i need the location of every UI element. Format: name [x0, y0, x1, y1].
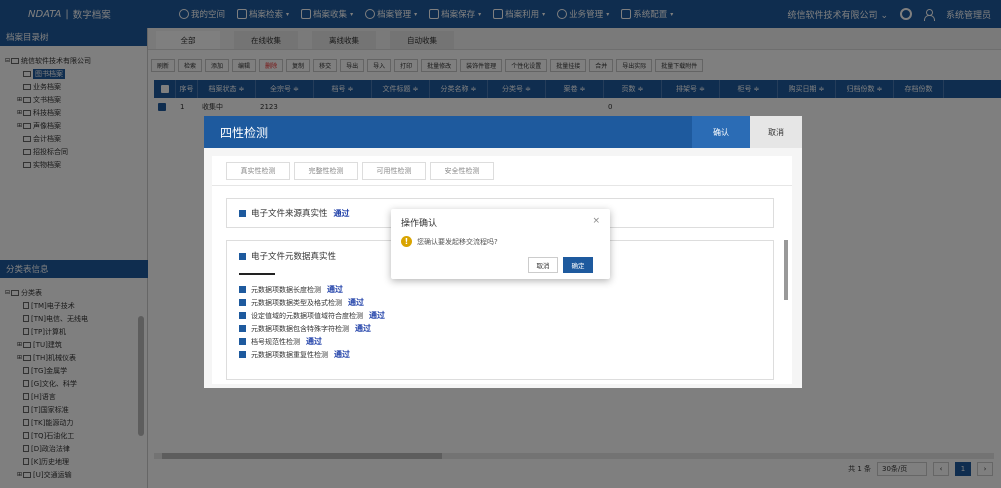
- pass-badge: 通过: [306, 337, 322, 346]
- check-item: 元数据项数据重复性检测 通过: [239, 348, 761, 361]
- check-item-checkbox[interactable]: [239, 299, 246, 306]
- check-item-label: 元数据项数据类型及格式检测: [251, 298, 342, 307]
- check-tab-3[interactable]: 安全性检测: [430, 161, 494, 180]
- confirm-message: 您确认要发起移交流程吗?: [417, 237, 498, 246]
- pass-badge: 通过: [355, 324, 371, 333]
- check-item: 档号规范性检测 通过: [239, 335, 761, 348]
- pass-badge: 通过: [369, 311, 385, 320]
- check-item: 元数据项数据类型及格式检测 通过: [239, 296, 761, 309]
- four-check-title: 四性检测: [220, 125, 269, 140]
- pass-badge: 通过: [348, 298, 364, 307]
- section-checkbox[interactable]: [239, 209, 246, 217]
- check-item: 设定值域的元数据项值域符合度检测 通过: [239, 309, 761, 322]
- check-list: 元数据项数据长度检测 通过 元数据项数据类型及格式检测 通过 设定值域的元数据项值域符合…: [239, 283, 761, 361]
- check-item-label: 元数据项数据包含特殊字符检测: [251, 324, 349, 333]
- check-item-label: 元数据项数据重复性检测: [251, 350, 328, 359]
- check-tab-1[interactable]: 完整性检测: [294, 161, 358, 180]
- four-check-ok-button[interactable]: 确认: [692, 116, 750, 148]
- check-item-checkbox[interactable]: [239, 338, 246, 345]
- dialog-scrollbar[interactable]: [784, 240, 788, 300]
- check-item-label: 元数据项数据长度检测: [251, 285, 321, 294]
- check-item-checkbox[interactable]: [239, 351, 246, 358]
- section-label: 电子文件来源真实性: [251, 209, 328, 219]
- section-checkbox[interactable]: [239, 252, 246, 260]
- pass-badge: 通过: [333, 208, 350, 218]
- check-tab-2[interactable]: 可用性检测: [362, 161, 426, 180]
- check-item-checkbox[interactable]: [239, 325, 246, 332]
- check-tab-0[interactable]: 真实性检测: [226, 161, 290, 180]
- check-item-label: 设定值域的元数据项值域符合度检测: [251, 311, 363, 320]
- check-item-label: 档号规范性检测: [251, 337, 300, 346]
- section-label: 电子文件元数据真实性: [251, 252, 337, 262]
- section-underline: [239, 273, 275, 275]
- confirm-message-row: ! 您确认要发起移交流程吗?: [401, 236, 498, 247]
- four-check-cancel-button[interactable]: 取消: [750, 116, 802, 148]
- confirm-cancel-button[interactable]: 取消: [528, 257, 558, 273]
- confirm-title: 操作确认: [401, 219, 438, 229]
- check-type-tabs: 真实性检测 完整性检测 可用性检测 安全性检测: [212, 156, 792, 186]
- close-icon[interactable]: ×: [592, 216, 600, 226]
- check-item: 元数据项数据长度检测 通过: [239, 283, 761, 296]
- check-item: 元数据项数据包含特殊字符检测 通过: [239, 322, 761, 335]
- check-item-checkbox[interactable]: [239, 312, 246, 319]
- confirm-dialog: 操作确认 × ! 您确认要发起移交流程吗? 取消 确定: [391, 209, 610, 279]
- confirm-ok-button[interactable]: 确定: [563, 257, 593, 273]
- warning-icon: !: [401, 236, 412, 247]
- pass-badge: 通过: [334, 350, 350, 359]
- pass-badge: 通过: [327, 285, 343, 294]
- check-item-checkbox[interactable]: [239, 286, 246, 293]
